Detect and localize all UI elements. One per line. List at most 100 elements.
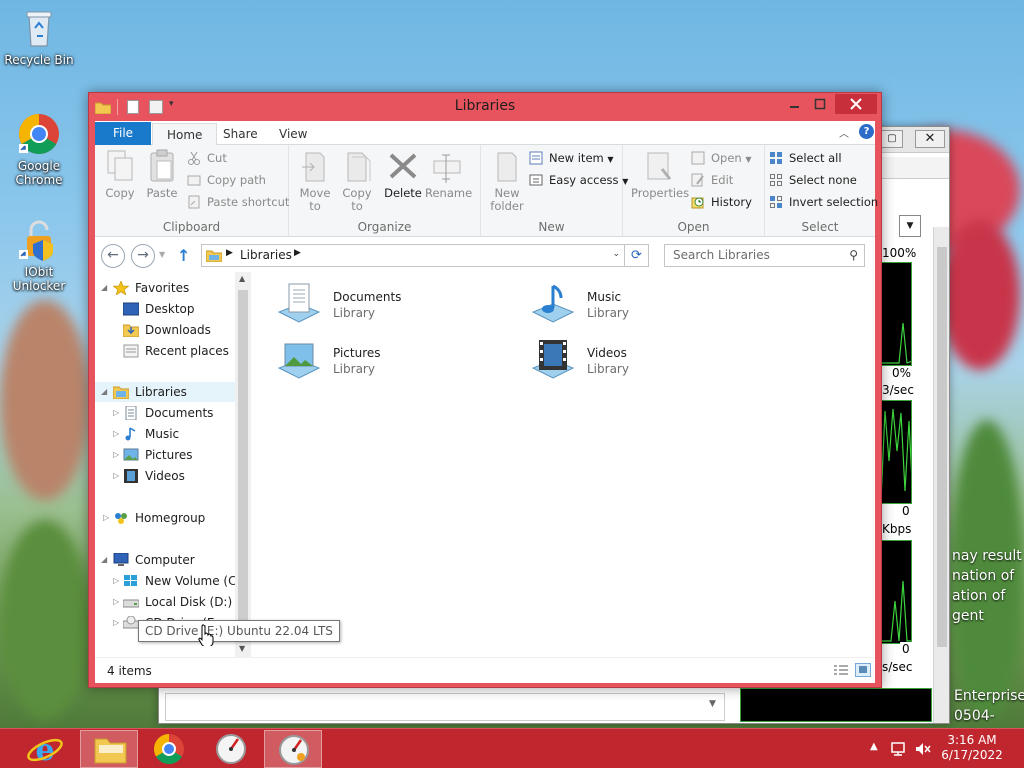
iobit-unlocker-shortcut[interactable]: IObit Unlocker (1, 218, 77, 293)
nav-videos[interactable]: ▷ Videos (101, 466, 235, 486)
collapsed-arrow-icon[interactable]: ▷ (113, 613, 119, 633)
volume-muted-icon[interactable] (914, 741, 932, 760)
taskbar-internet-explorer[interactable]: e (16, 730, 74, 768)
background-input-area[interactable] (165, 693, 725, 721)
expanded-arrow-icon[interactable]: ◢ (101, 382, 107, 402)
forward-button[interactable]: → (131, 244, 155, 268)
background-scrollbar-thumb[interactable] (937, 247, 947, 647)
paste-shortcut-button[interactable]: Paste shortcut (187, 192, 289, 212)
tab-file[interactable]: File (95, 122, 151, 145)
google-chrome-shortcut[interactable]: Google Chrome (1, 112, 77, 187)
breadcrumb-libraries[interactable]: Libraries (240, 248, 292, 262)
taskbar-app-gauge-active[interactable] (264, 730, 322, 768)
scroll-down-icon[interactable]: ▼ (239, 644, 245, 653)
address-bar[interactable]: ▶ Libraries ▶ ⌄ (201, 244, 625, 267)
windows-drive-icon (123, 574, 139, 588)
scroll-up-icon[interactable]: ▲ (239, 274, 245, 283)
nav-desktop[interactable]: Desktop (101, 299, 235, 319)
recycle-bin-shortcut[interactable]: Recycle Bin (1, 6, 77, 67)
taskbar-app-gauge[interactable] (202, 730, 260, 768)
tab-share[interactable]: Share (209, 123, 272, 145)
collapsed-arrow-icon[interactable]: ▷ (103, 508, 109, 528)
new-folder-button[interactable]: New folder (485, 149, 529, 213)
maximize-button[interactable] (807, 94, 833, 114)
tab-view[interactable]: View (265, 123, 321, 145)
background-close-button[interactable]: ✕ (915, 130, 945, 148)
nav-libraries[interactable]: ◢ Libraries (95, 382, 235, 402)
library-music[interactable]: Music Library (529, 280, 769, 332)
collapsed-arrow-icon[interactable]: ▷ (113, 592, 119, 612)
open-icon (691, 151, 705, 165)
rename-button[interactable]: Rename (425, 149, 472, 200)
nav-downloads[interactable]: Downloads (101, 320, 235, 340)
taskbar-file-explorer[interactable] (80, 730, 138, 768)
tab-home[interactable]: Home (152, 123, 218, 146)
taskbar-google-chrome[interactable] (140, 730, 198, 768)
dropdown-arrow-icon[interactable]: ▼ (899, 215, 921, 237)
help-icon[interactable]: ? (859, 124, 874, 139)
collapsed-arrow-icon[interactable]: ▷ (113, 403, 119, 423)
library-videos[interactable]: Videos Library (529, 336, 769, 388)
nav-favorites[interactable]: ◢ Favorites (101, 278, 235, 298)
collapse-ribbon-icon[interactable]: ︿ (839, 125, 849, 140)
navigation-pane-scrollbar[interactable]: ▲ ▼ (235, 272, 251, 657)
back-button[interactable]: ← (101, 244, 125, 268)
nav-music[interactable]: ▷ Music (101, 424, 235, 444)
expanded-arrow-icon[interactable]: ◢ (101, 550, 107, 570)
address-dropdown-icon[interactable]: ⌄ (612, 249, 620, 259)
search-input[interactable]: Search Libraries ⚲ (664, 244, 865, 267)
expanded-arrow-icon[interactable]: ◢ (101, 278, 107, 298)
chevron-right-icon[interactable]: ▶ (226, 248, 233, 258)
select-none-button[interactable]: Select none (769, 170, 857, 190)
invert-selection-button[interactable]: Invert selection (769, 192, 878, 212)
scissors-icon (187, 151, 201, 165)
new-item-button[interactable]: New item ▼ (529, 148, 614, 168)
copy-button[interactable]: Copy (98, 149, 142, 200)
paste-button[interactable]: Paste (140, 149, 184, 200)
show-hidden-icons-icon[interactable]: ▲ (870, 741, 878, 752)
nav-computer[interactable]: ◢ Computer (101, 550, 235, 570)
details-view-icon[interactable] (833, 663, 849, 677)
chevron-right-icon[interactable]: ▶ (294, 248, 301, 258)
large-icons-view-icon[interactable] (855, 663, 871, 677)
easy-access-button[interactable]: Easy access ▼ (529, 170, 628, 190)
copy-path-button[interactable]: Copy path (187, 170, 266, 190)
up-arrow-icon[interactable]: ↑ (177, 246, 190, 265)
navigation-pane-scrollbar-thumb[interactable] (238, 290, 248, 620)
downloads-icon (122, 323, 140, 338)
nav-new-volume-c[interactable]: ▷ New Volume (C:) (101, 571, 245, 591)
nav-local-disk-d[interactable]: ▷ Local Disk (D:) (101, 592, 235, 612)
collapsed-arrow-icon[interactable]: ▷ (113, 571, 119, 591)
search-icon[interactable]: ⚲ (849, 245, 858, 266)
cut-button[interactable]: Cut (187, 148, 227, 168)
nav-pictures[interactable]: ▷ Pictures (101, 445, 235, 465)
scroll-down-icon[interactable]: ▼ (709, 699, 716, 709)
paste-label: Paste (146, 186, 178, 200)
explorer-titlebar[interactable]: ▾ Libraries (89, 93, 881, 121)
refresh-button[interactable]: ⟳ (625, 244, 649, 267)
recent-locations-icon[interactable]: ▼ (159, 250, 165, 259)
nav-homegroup[interactable]: ▷ Homegroup (101, 508, 235, 528)
edit-button[interactable]: Edit (691, 170, 733, 190)
library-pictures[interactable]: Pictures Library (275, 336, 515, 388)
explorer-window[interactable]: ▾ Libraries File Home Share View ︿ ? Cop… (88, 92, 882, 688)
nav-recent-places[interactable]: Recent places (101, 341, 235, 361)
background-maximize-button[interactable]: ▢ (881, 130, 903, 148)
collapsed-arrow-icon[interactable]: ▷ (113, 445, 119, 465)
close-button[interactable] (835, 94, 877, 114)
move-to-button[interactable]: Move to (293, 149, 337, 213)
open-button[interactable]: Open ▼ (691, 148, 752, 168)
library-documents[interactable]: Documents Library (275, 280, 515, 332)
collapsed-arrow-icon[interactable]: ▷ (113, 466, 119, 486)
history-button[interactable]: History (691, 192, 752, 212)
nav-documents[interactable]: ▷ Documents (101, 403, 235, 423)
system-clock[interactable]: 3:16 AM 6/17/2022 (934, 733, 1010, 763)
minimize-button[interactable] (781, 94, 807, 114)
properties-button[interactable]: Properties (631, 149, 689, 200)
select-all-button[interactable]: Select all (769, 148, 842, 168)
delete-button[interactable]: Delete (381, 149, 425, 200)
copy-to-button[interactable]: Copy to (335, 149, 379, 213)
background-scrollbar[interactable] (933, 227, 949, 723)
network-icon[interactable] (890, 741, 908, 760)
collapsed-arrow-icon[interactable]: ▷ (113, 424, 119, 444)
